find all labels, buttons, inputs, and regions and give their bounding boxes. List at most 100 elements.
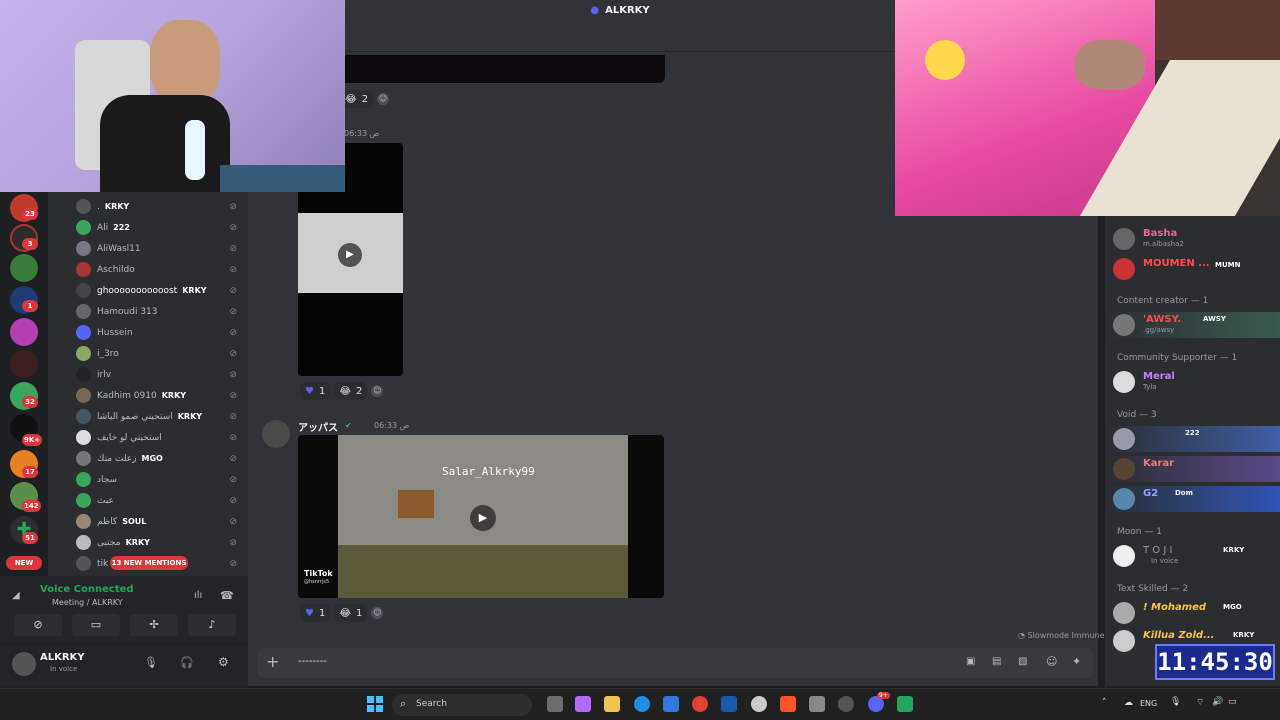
message-composer[interactable]: + -------- ▣ ▤ ▧ ☺ ✦ <box>258 648 1093 678</box>
file-explorer-icon[interactable] <box>604 696 620 712</box>
voice-user[interactable]: irlv ⊘ <box>76 364 241 385</box>
headphones-icon[interactable]: 🎧 <box>180 656 194 669</box>
member-item[interactable]: 222 <box>1105 426 1280 452</box>
disconnect-icon[interactable]: ☎ <box>220 589 234 602</box>
voice-user[interactable]: . KRKY ⊘ <box>76 196 241 217</box>
voice-user[interactable]: عبث ⊘ <box>76 490 241 511</box>
activities-button[interactable]: ✢ <box>130 614 178 636</box>
avatar <box>76 535 91 550</box>
gif-icon[interactable]: ▤ <box>992 656 1001 667</box>
voice-user[interactable]: AliWasl11 ⊘ <box>76 238 241 259</box>
message-author[interactable]: アッパス <box>298 419 338 434</box>
tray-chevron-icon[interactable]: ˄ <box>1102 698 1107 708</box>
screen-share-button[interactable]: ▭ <box>72 614 120 636</box>
member-item[interactable]: T O J I In voice KRKY <box>1105 543 1280 569</box>
voice-user[interactable]: Aschildo ⊘ <box>76 259 241 280</box>
muted-icon: ⊘ <box>229 474 237 485</box>
mic-tray-icon[interactable]: 🎙 <box>1170 697 1181 707</box>
windows-start-icon[interactable] <box>367 696 383 712</box>
noise-suppression-icon[interactable]: ılı <box>194 590 202 601</box>
voice-user[interactable]: Hamoudi 313 ⊘ <box>76 301 241 322</box>
tiktok-video-embed[interactable]: Salar_Alkrky99 ▶ TikTok @hsnrrjs5 <box>298 435 664 598</box>
add-reaction-icon[interactable]: ☺ <box>371 385 384 397</box>
battery-icon[interactable]: ▭ <box>1228 697 1237 707</box>
avatar <box>76 451 91 466</box>
play-icon[interactable]: ▶ <box>338 243 362 267</box>
steam-icon[interactable] <box>721 696 737 712</box>
settings-gear-icon[interactable]: ⚙ <box>218 655 229 669</box>
language-indicator[interactable]: ENG <box>1140 699 1157 708</box>
voice-user[interactable]: استحيني صمو الباشا KRKY ⊘ <box>76 406 241 427</box>
capcut-icon[interactable] <box>809 696 825 712</box>
play-icon[interactable]: ▶ <box>470 505 496 531</box>
cloud-icon[interactable]: ☁ <box>1124 698 1133 708</box>
member-item[interactable]: Basha m.albasha2 <box>1105 226 1280 252</box>
obs-icon[interactable] <box>751 696 767 712</box>
voice-user[interactable]: i_3ro ⊘ <box>76 343 241 364</box>
avatar <box>1113 488 1135 510</box>
microphone-icon[interactable]: 🎙 <box>144 656 158 669</box>
slowmode-label: ◔ Slowmode Immune <box>1018 631 1105 640</box>
composer-input[interactable]: -------- <box>298 656 327 667</box>
voice-user[interactable]: استحيني لو خايف ⊘ <box>76 427 241 448</box>
server-icon[interactable] <box>10 318 38 346</box>
voice-status[interactable]: Voice Connected <box>40 584 134 595</box>
task-view-icon[interactable] <box>547 696 563 712</box>
reaction-laugh[interactable]: 😂 2 <box>334 382 368 400</box>
apps-icon[interactable]: ✦ <box>1072 655 1081 668</box>
avatar[interactable] <box>12 652 36 676</box>
avatar <box>76 304 91 319</box>
emoji-icon[interactable]: ☺ <box>1046 655 1057 668</box>
member-item[interactable]: MOUMEN ... MUMN <box>1105 256 1280 282</box>
voice-user[interactable]: Kadhim 0910 KRKY ⊘ <box>76 385 241 406</box>
member-item[interactable]: G2 Dom <box>1105 486 1280 512</box>
voice-user[interactable]: سجاد ⊘ <box>76 469 241 490</box>
server-icon[interactable] <box>10 254 38 282</box>
server-icon[interactable] <box>10 350 38 378</box>
voice-user[interactable]: Hussein ⊘ <box>76 322 241 343</box>
member-item[interactable]: 'AWSY. .gg/awsy AWSY <box>1105 312 1280 338</box>
member-item[interactable]: ! Mohamed MGO <box>1105 600 1280 626</box>
muted-icon: ⊘ <box>229 558 237 569</box>
avatar <box>76 325 91 340</box>
voice-user[interactable]: مجتبى KRKY ⊘ <box>76 532 241 553</box>
muted-icon: ⊘ <box>229 243 237 254</box>
member-group-title: Community Supporter — 1 <box>1117 353 1238 363</box>
voice-channel-name[interactable]: Meeting / ALKRKY <box>52 598 123 607</box>
member-item[interactable]: Meral Tyla <box>1105 369 1280 395</box>
taskbar-search[interactable]: ⌕ Search <box>392 694 532 716</box>
avatar <box>1113 314 1135 336</box>
video-embed-tail[interactable] <box>345 55 665 83</box>
attach-plus-icon[interactable]: + <box>266 652 279 671</box>
voice-user[interactable]: كاظم SOUL ⊘ <box>76 511 241 532</box>
camera-off-button[interactable]: ⊘ <box>14 614 62 636</box>
wifi-icon[interactable]: ⌔ <box>1196 697 1204 708</box>
new-unreads-pill[interactable]: NEW <box>6 556 42 570</box>
voice-user[interactable]: ghooooooooooost KRKY ⊘ <box>76 280 241 301</box>
gift-icon[interactable]: ▣ <box>966 656 975 667</box>
new-mentions-pill[interactable]: 13 NEW MENTIONS <box>110 556 188 570</box>
edge-icon[interactable] <box>634 696 650 712</box>
copilot-icon[interactable] <box>575 696 591 712</box>
add-reaction-icon[interactable]: ☺ <box>377 93 390 105</box>
sticker-icon[interactable]: ▧ <box>1018 656 1027 667</box>
user-name[interactable]: ALKRKY <box>40 652 85 663</box>
app-icon[interactable] <box>838 696 854 712</box>
chrome-icon[interactable] <box>692 696 708 712</box>
soundboard-button[interactable]: ♪ <box>188 614 236 636</box>
member-item[interactable]: Karar <box>1105 456 1280 482</box>
brave-icon[interactable] <box>780 696 796 712</box>
spreadsheet-icon[interactable] <box>897 696 913 712</box>
message-timestamp: ص 06:33 <box>374 421 410 430</box>
reaction-heart[interactable]: ♥ 1 <box>300 382 331 400</box>
server-badge: 9K+ <box>22 434 43 446</box>
voice-user[interactable]: زعلت منك MGO ⊘ <box>76 448 241 469</box>
avatar <box>1113 545 1135 567</box>
avatar[interactable] <box>262 420 290 448</box>
volume-icon[interactable]: 🔊 <box>1212 697 1223 707</box>
add-reaction-icon[interactable]: ☺ <box>371 607 384 619</box>
reaction-laugh[interactable]: 😂 1 <box>334 604 368 622</box>
reaction-heart[interactable]: ♥ 1 <box>300 604 331 622</box>
voice-user[interactable]: Ali 222 ⊘ <box>76 217 241 238</box>
store-icon[interactable] <box>663 696 679 712</box>
